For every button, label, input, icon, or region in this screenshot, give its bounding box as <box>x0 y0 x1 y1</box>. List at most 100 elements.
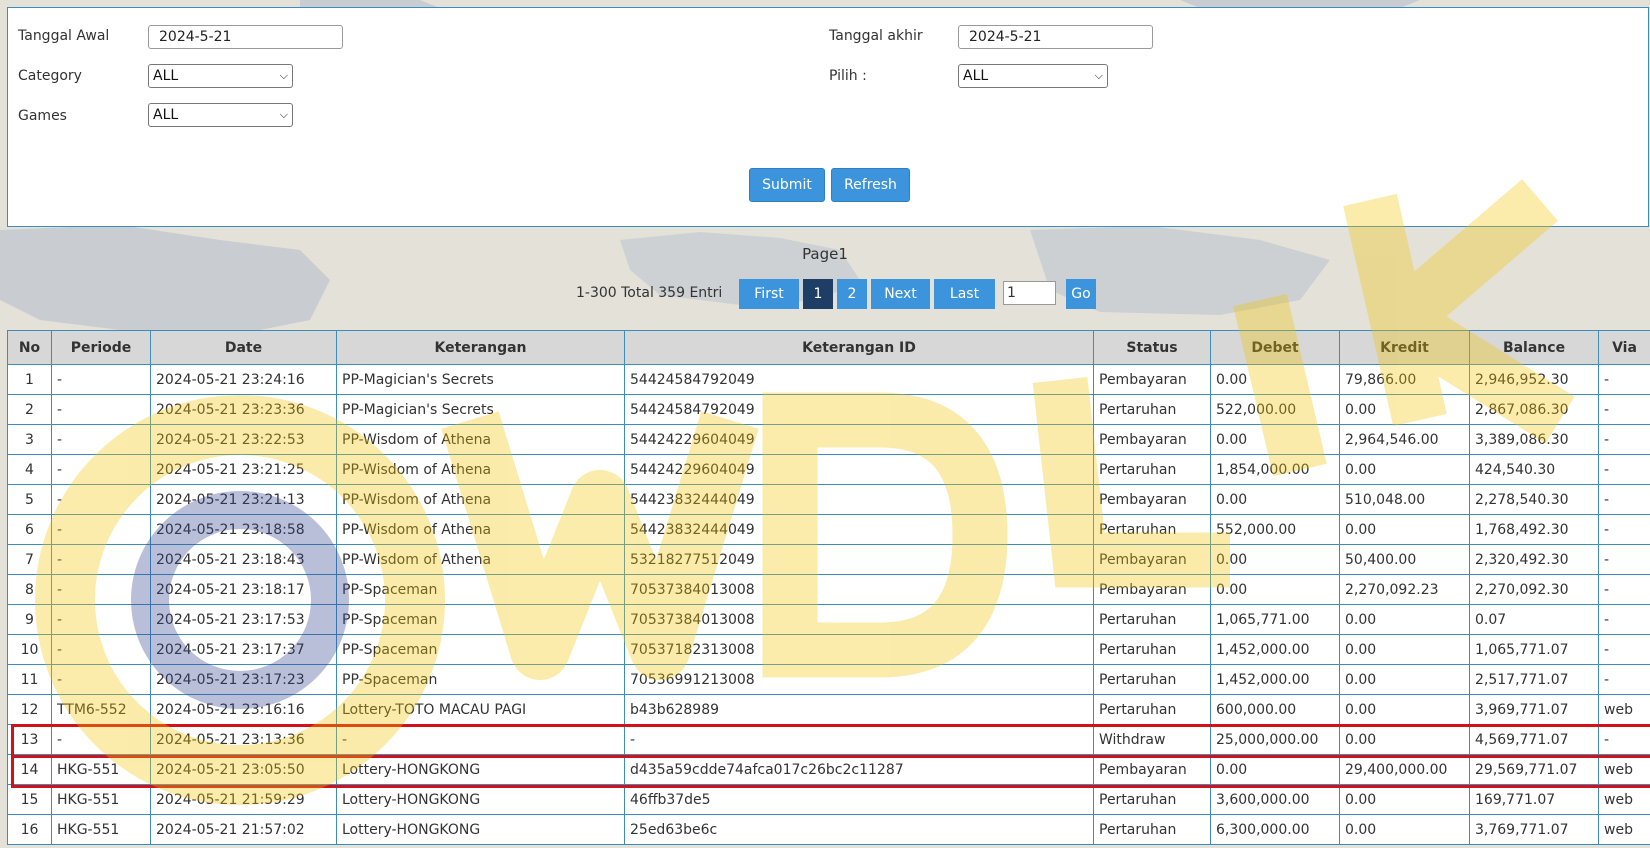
start-date-input[interactable]: 2024-5-21 <box>148 25 343 49</box>
cell-status: Pertaruhan <box>1093 634 1211 665</box>
cell-status: Pembayaran <box>1093 544 1211 575</box>
cell-keterangan-id[interactable]: 25ed63be6c <box>624 814 1094 845</box>
cell-kredit: 2,270,092.23 <box>1339 574 1470 605</box>
cell-status: Pembayaran <box>1093 574 1211 605</box>
table-row: 15 HKG-551 2024-05-21 21:59:29 Lottery-HONG… <box>7 784 1650 815</box>
cell-balance: 2,867,086.30 <box>1469 394 1599 425</box>
first-page-button[interactable]: First <box>739 279 799 309</box>
last-page-button[interactable]: Last <box>934 279 995 309</box>
cell-date: 2024-05-21 23:18:17 <box>150 574 337 605</box>
cell-keterangan: PP-Spaceman <box>336 574 625 605</box>
next-page-button[interactable]: Next <box>871 279 930 309</box>
cell-status: Pertaruhan <box>1093 664 1211 695</box>
cell-no: 6 <box>7 514 52 545</box>
submit-button[interactable]: Submit <box>749 168 825 202</box>
category-select[interactable]: ALL ⌵ <box>148 64 293 88</box>
cell-periode: - <box>51 544 151 575</box>
cell-debet: 0.00 <box>1210 364 1340 395</box>
table-row: 8-2024-05-21 23:18:17 PP-Spaceman 70537384… <box>7 574 1650 605</box>
cell-status: Pertaruhan <box>1093 784 1211 815</box>
cell-via: - <box>1598 544 1650 575</box>
cell-periode: - <box>51 604 151 635</box>
cell-balance: 29,569,771.07 <box>1469 754 1599 785</box>
cell-status: Pembayaran <box>1093 754 1211 785</box>
chevron-down-icon: ⌵ <box>279 69 288 82</box>
page-1-button[interactable]: 1 <box>803 279 833 309</box>
cell-keterangan-id: 54424229604049 <box>624 454 1094 485</box>
cell-no: 8 <box>7 574 52 605</box>
table-row: 11-2024-05-21 23:17:23 PP-Spaceman 7053699… <box>7 664 1650 695</box>
cell-debet: 600,000.00 <box>1210 694 1340 725</box>
cell-periode: TTM6-552 <box>51 694 151 725</box>
end-date-label: Tanggal akhir <box>829 28 923 44</box>
page-2-button[interactable]: 2 <box>837 279 867 309</box>
cell-keterangan: PP-Magician's Secrets <box>336 364 625 395</box>
cell-date: 2024-05-21 23:05:50 <box>150 754 337 785</box>
cell-no: 7 <box>7 544 52 575</box>
cell-periode: - <box>51 514 151 545</box>
games-select[interactable]: ALL ⌵ <box>148 103 293 127</box>
cell-date: 2024-05-21 23:24:16 <box>150 364 337 395</box>
cell-keterangan-id: 70537182313008 <box>624 634 1094 665</box>
cell-balance: 2,270,092.30 <box>1469 574 1599 605</box>
cell-keterangan-id[interactable]: - <box>624 724 1094 755</box>
column-header-keterangan: Keterangan <box>336 330 625 365</box>
cell-debet: 3,600,000.00 <box>1210 784 1340 815</box>
cell-balance: 1,065,771.07 <box>1469 634 1599 665</box>
cell-debet: 522,000.00 <box>1210 394 1340 425</box>
cell-periode: - <box>51 484 151 515</box>
category-label: Category <box>18 68 82 84</box>
go-button[interactable]: Go <box>1066 279 1096 309</box>
cell-via: - <box>1598 364 1650 395</box>
end-date-input[interactable]: 2024-5-21 <box>958 25 1153 49</box>
pilih-select[interactable]: ALL ⌵ <box>958 64 1108 88</box>
table-row: 12 TTM6-552 2024-05-21 23:16:16 Lottery-TOT… <box>7 694 1650 725</box>
cell-date: 2024-05-21 23:21:13 <box>150 484 337 515</box>
column-header-kredit: Kredit <box>1339 330 1470 365</box>
cell-no: 11 <box>7 664 52 695</box>
page-number-input[interactable]: 1 <box>1003 281 1056 305</box>
cell-periode: HKG-551 <box>51 754 151 785</box>
cell-kredit: 0.00 <box>1339 664 1470 695</box>
cell-keterangan-id: 70537384013008 <box>624 574 1094 605</box>
cell-no: 16 <box>7 814 52 845</box>
cell-via: - <box>1598 484 1650 515</box>
column-header-balance: Balance <box>1469 330 1599 365</box>
cell-keterangan: - <box>336 724 625 755</box>
cell-date: 2024-05-21 23:16:16 <box>150 694 337 725</box>
cell-keterangan: PP-Magician's Secrets <box>336 394 625 425</box>
cell-keterangan-id: 54423832444049 <box>624 514 1094 545</box>
refresh-button[interactable]: Refresh <box>831 168 910 202</box>
table-row: 13-2024-05-21 23:13:36- - Withdraw 25,000,0… <box>7 724 1650 755</box>
cell-balance: 2,946,952.30 <box>1469 364 1599 395</box>
games-select-value: ALL <box>153 107 179 123</box>
cell-periode: - <box>51 364 151 395</box>
cell-balance: 1,768,492.30 <box>1469 514 1599 545</box>
cell-via: - <box>1598 634 1650 665</box>
cell-via: web <box>1598 754 1650 785</box>
table-row: 4-2024-05-21 23:21:25 PP-Wisdom of Athena… <box>7 454 1650 485</box>
cell-via: - <box>1598 514 1650 545</box>
cell-keterangan-id: 53218277512049 <box>624 544 1094 575</box>
entries-count: 1-300 Total 359 Entri <box>576 285 723 301</box>
cell-keterangan-id[interactable]: 46ffb37de5 <box>624 784 1094 815</box>
table-row: 16 HKG-551 2024-05-21 21:57:02 Lottery-HONG… <box>7 814 1650 845</box>
cell-periode: - <box>51 394 151 425</box>
cell-periode: - <box>51 424 151 455</box>
cell-no: 3 <box>7 424 52 455</box>
cell-no: 4 <box>7 454 52 485</box>
cell-keterangan-id[interactable]: d435a59cdde74afca017c26bc2c11287 <box>624 754 1094 785</box>
cell-periode: - <box>51 574 151 605</box>
cell-keterangan: Lottery-HONGKONG <box>336 814 625 845</box>
start-date-label: Tanggal Awal <box>18 28 110 44</box>
cell-date: 2024-05-21 23:17:23 <box>150 664 337 695</box>
column-header-no: No <box>7 330 52 365</box>
cell-keterangan: PP-Wisdom of Athena <box>336 514 625 545</box>
cell-kredit: 0.00 <box>1339 634 1470 665</box>
table-row: 10-2024-05-21 23:17:37 PP-Spaceman 7053718… <box>7 634 1650 665</box>
cell-via: - <box>1598 604 1650 635</box>
cell-no: 2 <box>7 394 52 425</box>
cell-periode: - <box>51 724 151 755</box>
cell-status: Pembayaran <box>1093 484 1211 515</box>
cell-kredit: 0.00 <box>1339 814 1470 845</box>
